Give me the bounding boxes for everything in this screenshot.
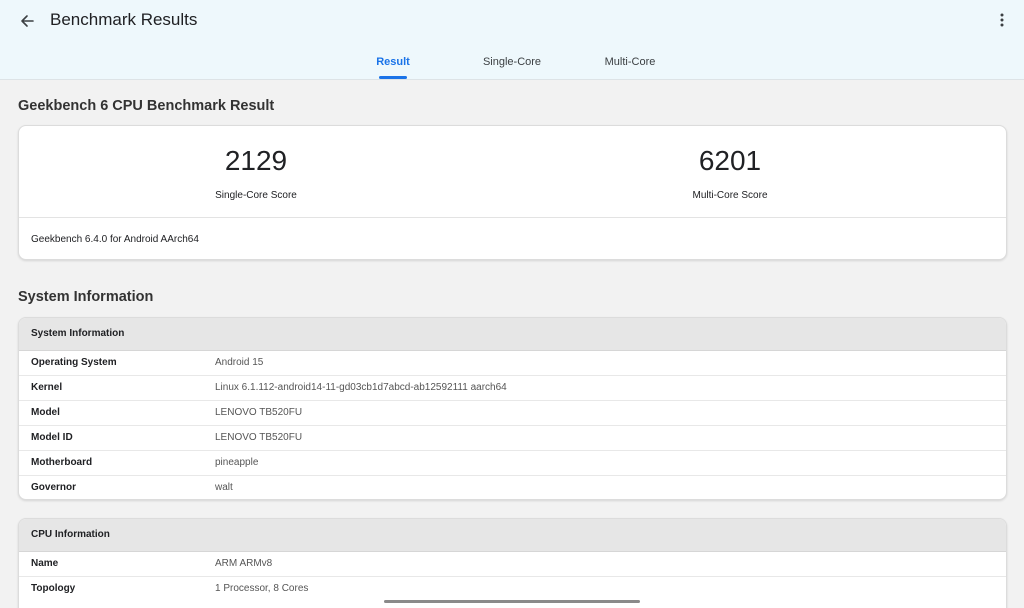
table-header-label: CPU Information (31, 529, 110, 540)
row-key: Motherboard (31, 457, 93, 468)
row-value: LENOVO TB520FU (215, 432, 303, 443)
row-value: Linux 6.1.112-android14-11-gd03cb1d7abcd… (215, 382, 507, 393)
table-header: System Information (19, 318, 1006, 351)
system-section-title: System Information (18, 289, 154, 305)
table-header-label: System Information (31, 328, 125, 339)
row-value: ARM ARMv8 (215, 558, 273, 569)
table-row: Model LENOVO TB520FU (19, 401, 1006, 426)
row-key: Name (31, 558, 59, 569)
row-key: Model ID (31, 432, 73, 443)
row-key: Model (31, 407, 60, 418)
back-button[interactable] (14, 8, 40, 34)
row-value: pineapple (215, 457, 259, 468)
tab-single-core[interactable]: Single-Core (483, 55, 541, 69)
system-info-table: System Information Operating System Andro… (18, 317, 1007, 500)
page-title: Benchmark Results (50, 10, 198, 29)
version-row: Geekbench 6.4.0 for Android AArch64 (19, 217, 1006, 259)
table-header: CPU Information (19, 519, 1006, 552)
row-value: LENOVO TB520FU (215, 407, 303, 418)
score-card: 2129 Single-Core Score 6201 Multi-Core S… (18, 125, 1007, 260)
row-value: 1 Processor, 8 Cores (215, 583, 309, 594)
table-row: Topology 1 Processor, 8 Cores (19, 577, 1006, 602)
single-core-score: 2129 Single-Core Score (146, 144, 366, 202)
multi-core-score: 6201 Multi-Core Score (620, 144, 840, 202)
tab-bar: Result Single-Core Multi-Core (0, 50, 1024, 80)
table-row: Operating System Android 15 (19, 351, 1006, 376)
table-row: Name ARM ARMv8 (19, 552, 1006, 577)
table-row: Governor walt (19, 476, 1006, 499)
arrow-left-icon (21, 15, 34, 27)
multi-core-score-label: Multi-Core Score (692, 190, 768, 201)
result-section-title: Geekbench 6 CPU Benchmark Result (18, 98, 275, 114)
row-key: Topology (31, 583, 76, 594)
overflow-menu-button[interactable] (994, 10, 1010, 30)
tab-result[interactable]: Result (376, 55, 410, 69)
version-text: Geekbench 6.4.0 for Android AArch64 (31, 234, 199, 245)
table-row: Motherboard pineapple (19, 451, 1006, 476)
active-tab-indicator (379, 76, 407, 79)
table-row: Model ID LENOVO TB520FU (19, 426, 1006, 451)
gesture-home-indicator[interactable] (384, 600, 640, 603)
app-bar: Benchmark Results Result Single-Core Mul… (0, 0, 1024, 80)
multi-core-score-value: 6201 (698, 145, 762, 176)
single-core-score-value: 2129 (224, 145, 288, 176)
table-row: Kernel Linux 6.1.112-android14-11-gd03cb1… (19, 376, 1006, 401)
row-key: Kernel (31, 382, 63, 393)
row-value: Android 15 (215, 357, 264, 368)
row-value: walt (215, 482, 233, 493)
single-core-score-label: Single-Core Score (215, 190, 297, 201)
row-key: Operating System (31, 357, 117, 368)
more-vert-icon (1000, 13, 1004, 27)
tab-multi-core[interactable]: Multi-Core (605, 55, 656, 69)
row-key: Governor (31, 482, 77, 493)
cpu-info-table: CPU Information Name ARM ARMv8 Topology 1 … (18, 518, 1007, 608)
